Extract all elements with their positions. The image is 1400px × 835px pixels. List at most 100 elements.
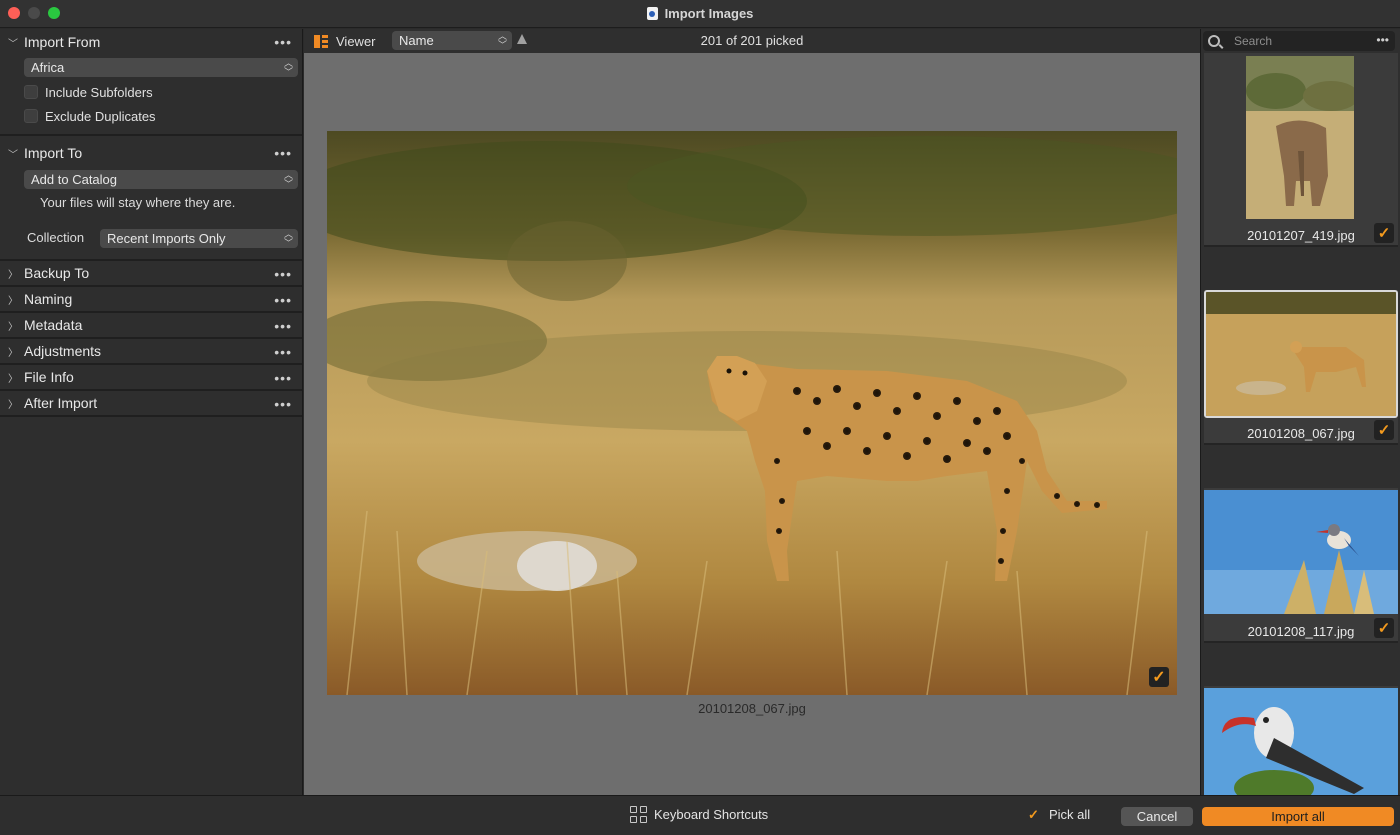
pick-checkbox[interactable]: ✓ — [1374, 223, 1394, 243]
keyboard-shortcuts-label: Keyboard Shortcuts — [654, 807, 769, 822]
zoom-window-button[interactable] — [48, 7, 60, 19]
collection-label: Collection — [27, 230, 85, 245]
bottom-bar: Keyboard Shortcuts ✓ Pick all Cancel Imp… — [0, 795, 1400, 835]
more-icon[interactable]: ••• — [274, 318, 292, 334]
window-controls — [8, 7, 60, 19]
image-viewer: ✓ 20101208_067.jpg — [304, 53, 1200, 795]
import-to-title: Import To — [24, 145, 83, 161]
filmstrip-header: ••• — [1200, 29, 1400, 53]
updown-chevron-icon: ︿ ﹀ — [283, 169, 293, 189]
section-backup-to[interactable]: 〉 Backup To ••• — [0, 261, 302, 287]
chevron-right-icon: 〉 — [8, 321, 18, 333]
viewer-toolbar: Viewer Name ︿ ﹀ 201 of 201 picked — [304, 29, 1200, 53]
pick-all-toggle[interactable]: ✓ Pick all — [1028, 807, 1090, 822]
more-icon[interactable]: ••• — [274, 34, 292, 50]
elephant-thumbnail — [1246, 56, 1354, 219]
more-icon[interactable]: ••• — [274, 292, 292, 308]
thumbnail[interactable] — [1246, 56, 1354, 219]
title-bar: Import Images — [0, 0, 1400, 28]
pick-checkbox[interactable]: ✓ — [1374, 420, 1394, 440]
filmstrip-item-selected[interactable]: 20101208_067.jpg ✓ — [1204, 290, 1398, 445]
include-subfolders-checkbox[interactable] — [24, 85, 38, 99]
updown-chevron-icon: ︿ ﹀ — [283, 228, 293, 248]
section-metadata[interactable]: 〉 Metadata ••• — [0, 313, 302, 339]
thumbnail-filename: 20101208_117.jpg — [1247, 624, 1355, 639]
sort-select[interactable]: Name ︿ ﹀ — [392, 31, 512, 50]
import-to-header[interactable]: ﹀ Import To ••• — [0, 140, 302, 166]
pick-checkbox[interactable]: ✓ — [1149, 667, 1169, 687]
import-all-button[interactable]: Import all — [1202, 807, 1394, 826]
chevron-right-icon: 〉 — [8, 373, 18, 385]
section-adjustments[interactable]: 〉 Adjustments ••• — [0, 339, 302, 365]
collection-value: Recent Imports Only — [107, 231, 226, 246]
close-window-button[interactable] — [8, 7, 20, 19]
section-label: Metadata — [24, 317, 83, 333]
thumbnail-filename: 20101207_419.jpg — [1247, 228, 1355, 243]
import-to-section: ﹀ Import To ••• Add to Catalog ︿ ﹀ Your f… — [0, 140, 302, 261]
section-file-info[interactable]: 〉 File Info ••• — [0, 365, 302, 391]
thumbnail[interactable] — [1204, 688, 1398, 795]
more-icon[interactable]: ••• — [274, 266, 292, 282]
sort-ascending-icon[interactable] — [517, 34, 527, 44]
window-title-group: Import Images — [646, 6, 754, 21]
import-source-select[interactable]: Africa ︿ ﹀ — [24, 58, 298, 77]
minimize-window-button[interactable] — [28, 7, 40, 19]
pick-all-label: Pick all — [1049, 807, 1091, 822]
cancel-button[interactable]: Cancel — [1121, 807, 1193, 826]
chevron-down-icon: ﹀ — [8, 149, 18, 161]
chevron-right-icon: 〉 — [8, 295, 18, 307]
exclude-duplicates-label: Exclude Duplicates — [45, 108, 156, 124]
thumbnail[interactable] — [1204, 290, 1398, 418]
kingfisher-thumbnail — [1204, 490, 1398, 614]
filmstrip[interactable]: 20101207_419.jpg ✓ 20101208_067.jpg ✓ 20… — [1200, 53, 1400, 795]
viewer-label[interactable]: Viewer — [336, 34, 376, 49]
filmstrip-item[interactable]: 20101208_117.jpg ✓ — [1204, 488, 1398, 643]
document-icon — [646, 7, 658, 20]
cheetah-thumbnail — [1206, 292, 1396, 416]
checkmark-icon[interactable]: ✓ — [1028, 807, 1042, 822]
import-from-title: Import From — [24, 34, 101, 50]
viewer-filename: 20101208_067.jpg — [698, 701, 806, 716]
section-after-import[interactable]: 〉 After Import ••• — [0, 391, 302, 417]
import-destination-select[interactable]: Add to Catalog ︿ ﹀ — [24, 170, 298, 189]
thumbnail[interactable] — [1204, 490, 1398, 614]
search-icon[interactable] — [1208, 35, 1220, 47]
include-subfolders-label: Include Subfolders — [45, 84, 153, 100]
section-naming[interactable]: 〉 Naming ••• — [0, 287, 302, 313]
sort-value: Name — [399, 33, 434, 48]
import-from-section: ﹀ Import From ••• Africa ︿ ﹀ Include Subf… — [0, 29, 302, 136]
import-destination-value: Add to Catalog — [31, 172, 118, 187]
more-icon[interactable]: ••• — [274, 145, 292, 161]
main-photo[interactable]: ✓ — [327, 131, 1177, 695]
chevron-right-icon: 〉 — [8, 347, 18, 359]
chevron-right-icon: 〉 — [8, 269, 18, 281]
section-label: Backup To — [24, 265, 90, 281]
section-label: Naming — [24, 291, 73, 307]
viewer-layout-icon[interactable] — [314, 34, 328, 48]
keyboard-shortcuts-button[interactable]: Keyboard Shortcuts — [630, 806, 768, 823]
search-box[interactable]: ••• — [1203, 31, 1395, 51]
more-icon[interactable]: ••• — [274, 344, 292, 360]
updown-chevron-icon: ︿ ﹀ — [497, 30, 507, 50]
chevron-down-icon: ﹀ — [8, 38, 18, 50]
more-icon[interactable]: ••• — [274, 370, 292, 386]
hornbill-thumbnail — [1204, 688, 1398, 795]
pick-checkbox[interactable]: ✓ — [1374, 618, 1394, 638]
more-icon[interactable]: ••• — [1376, 33, 1389, 47]
include-subfolders-row[interactable]: Include Subfolders — [0, 80, 153, 104]
filmstrip-item[interactable] — [1204, 686, 1398, 795]
section-label: File Info — [24, 369, 74, 385]
import-to-note: Your files will stay where they are. — [40, 195, 236, 210]
keyboard-grid-icon — [630, 806, 647, 823]
exclude-duplicates-checkbox[interactable] — [24, 109, 38, 123]
thumbnail-filename: 20101208_067.jpg — [1247, 426, 1355, 441]
window-title: Import Images — [664, 6, 754, 21]
more-icon[interactable]: ••• — [274, 396, 292, 412]
import-from-header[interactable]: ﹀ Import From ••• — [0, 29, 302, 55]
section-label: After Import — [24, 395, 98, 411]
collection-select[interactable]: Recent Imports Only ︿ ﹀ — [100, 229, 298, 248]
cheetah-photo — [327, 131, 1177, 695]
search-input[interactable] — [1234, 34, 1374, 48]
exclude-duplicates-row[interactable]: Exclude Duplicates — [0, 104, 156, 128]
filmstrip-item[interactable]: 20101207_419.jpg ✓ — [1204, 53, 1398, 247]
